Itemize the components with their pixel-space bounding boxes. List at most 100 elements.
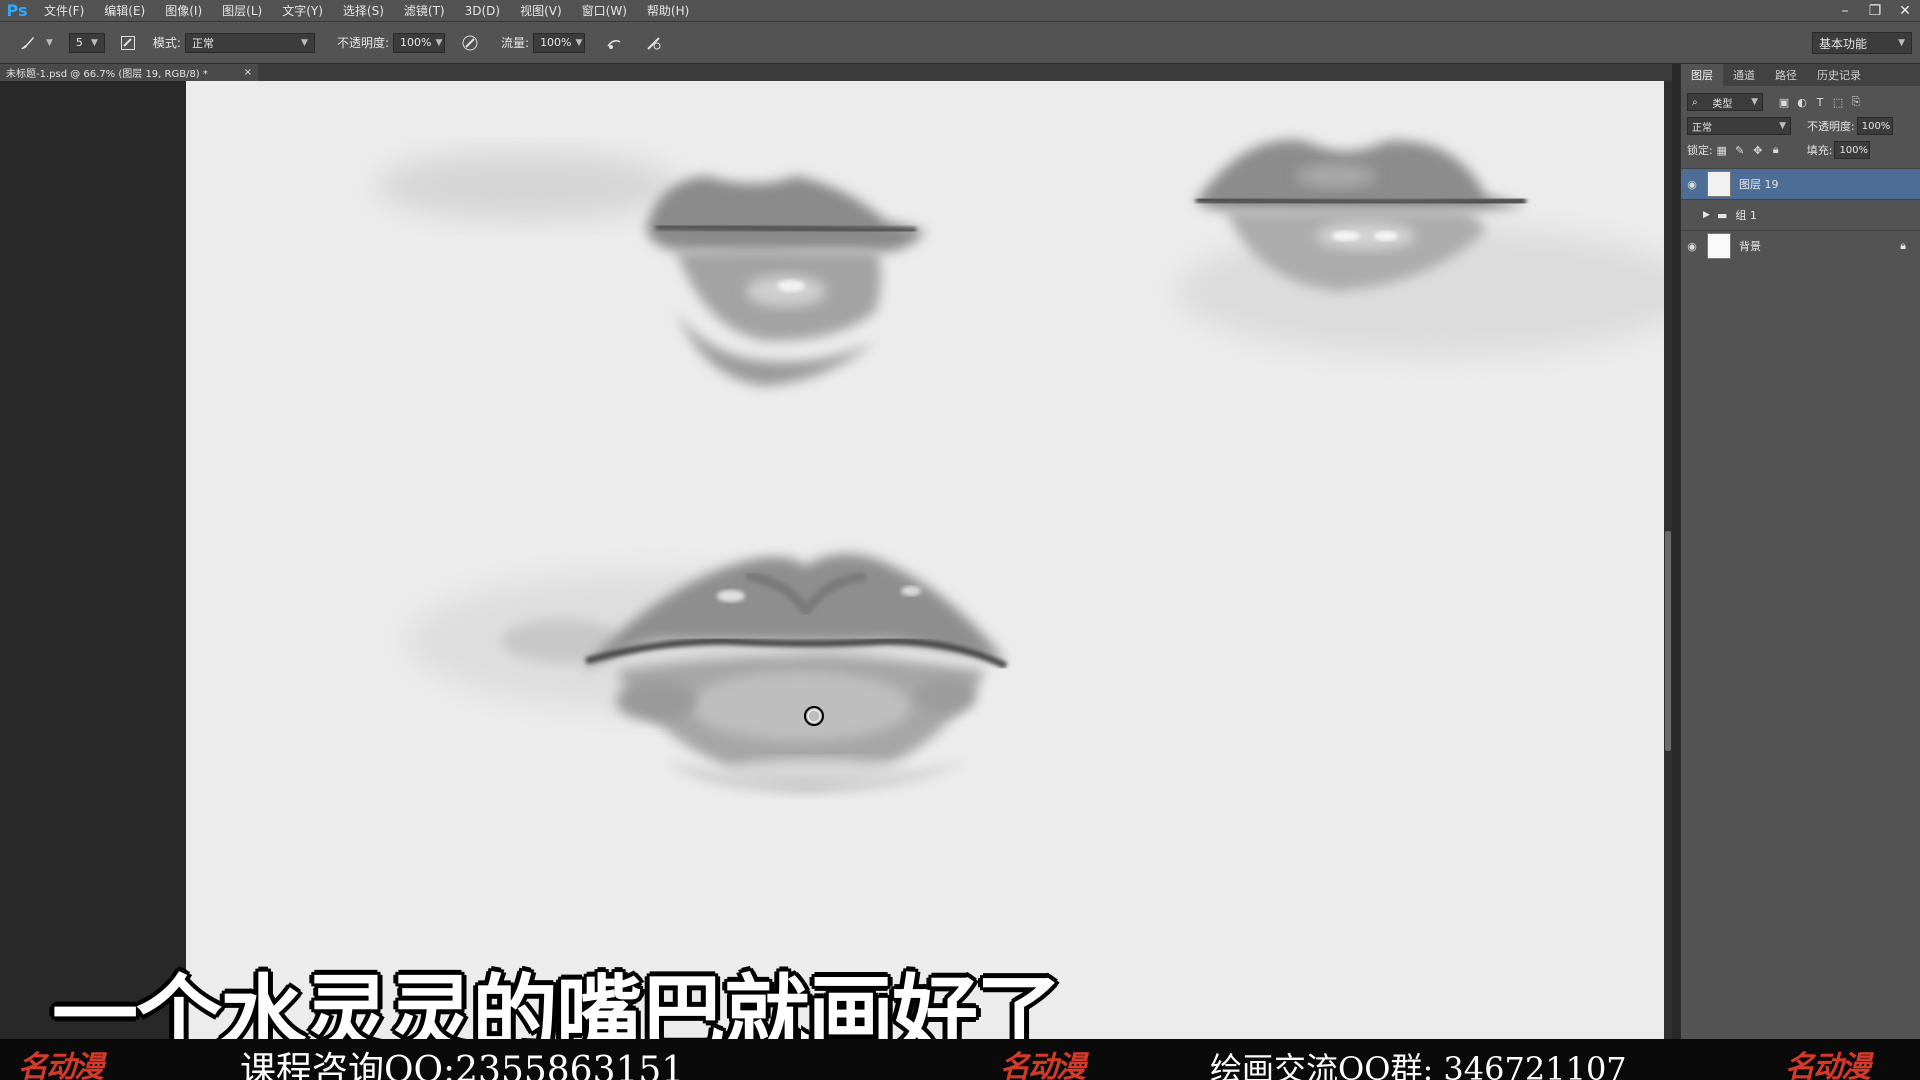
lip-painting — [376, 139, 1664, 793]
opacity-label: 不透明度: — [336, 36, 390, 50]
layer-row[interactable]: ◉ 图层 19 — [1681, 168, 1920, 199]
fill-value: 100% — [1839, 144, 1869, 156]
photoshop-window: Ps 文件(F) 编辑(E) 图像(I) 图层(L) 文字(Y) 选择(S) 滤… — [0, 0, 1920, 1080]
menu-bar: Ps 文件(F) 编辑(E) 图像(I) 图层(L) 文字(Y) 选择(S) 滤… — [0, 0, 1920, 22]
mode-select[interactable]: 正常 ▼ — [184, 32, 315, 53]
chevron-down-icon: ▼ — [575, 37, 583, 48]
lips-sketch-1 — [376, 151, 926, 386]
layer-thumbnail — [1707, 233, 1731, 259]
eye-icon[interactable]: ◉ — [1681, 240, 1703, 253]
layer-filter-row: ⌕ 类型 ▼ ▣ ◐ T ⬚ ⎘ — [1681, 90, 1920, 114]
flow-field[interactable]: 100% ▼ — [533, 32, 586, 53]
filter-pixel-icon[interactable]: ▣ — [1775, 93, 1793, 111]
search-icon: ⌕ — [1692, 96, 1698, 108]
eye-icon[interactable]: ◉ — [1681, 178, 1703, 191]
lock-fill-row: 锁定: ▦ ✎ ✥ 🔒︎ 填充: 100% — [1681, 138, 1920, 162]
fill-field[interactable]: 100% — [1834, 141, 1871, 159]
menu-3d[interactable]: 3D(D) — [455, 0, 510, 22]
filter-adjustment-icon[interactable]: ◐ — [1793, 93, 1811, 111]
lock-transparency-icon[interactable]: ▦ — [1713, 141, 1731, 159]
opacity-field[interactable]: 100% ▼ — [393, 32, 446, 53]
airbrush-icon[interactable] — [601, 30, 627, 56]
document-tab-bar: 未标题-1.psd @ 66.7% (图层 19, RGB/8) * × — [0, 64, 1672, 81]
workspace-value: 基本功能 — [1819, 36, 1868, 51]
restore-button[interactable]: ❐ — [1860, 0, 1890, 22]
filter-smart-object-icon[interactable]: ⎘ — [1847, 93, 1865, 111]
document-tab[interactable]: 未标题-1.psd @ 66.7% (图层 19, RGB/8) * × — [0, 64, 258, 81]
lips-sketch-2 — [1176, 139, 1664, 356]
blend-mode-select[interactable]: 正常 ▼ — [1687, 117, 1791, 135]
chevron-down-icon: ▼ — [91, 37, 98, 48]
branding-strip: 名动漫 课程咨询QQ:2355863151 名动漫 绘画交流QQ群: 34672… — [0, 1039, 1920, 1080]
menu-help[interactable]: 帮助(H) — [637, 0, 699, 22]
scrollbar-thumb[interactable] — [1665, 531, 1671, 751]
layer-name: 图层 19 — [1739, 178, 1779, 191]
lock-pixels-icon[interactable]: ✎ — [1731, 141, 1749, 159]
document-tab-title: 未标题-1.psd @ 66.7% (图层 19, RGB/8) * — [6, 69, 208, 80]
brand-logo: 名动漫 — [1785, 1050, 1871, 1080]
fill-label: 填充: — [1806, 144, 1833, 157]
brush-size-picker[interactable]: 5 ▼ — [68, 32, 105, 53]
layer-name: 背景 — [1739, 240, 1761, 253]
layers-panel: 图层 通道 路径 历史记录 ⌕ 类型 ▼ ▣ ◐ T ⬚ ⎘ 正常 ▼ 不透明度… — [1680, 64, 1920, 1039]
lock-label: 锁定: — [1687, 144, 1713, 157]
panel-opacity-field[interactable]: 100% — [1856, 117, 1893, 135]
photoshop-logo: Ps — [6, 1, 28, 20]
community-group: 绘画交流QQ群: 346721107 — [1210, 1050, 1627, 1080]
brush-tool-icon[interactable] — [14, 30, 40, 56]
close-button[interactable]: ✕ — [1890, 0, 1920, 22]
tool-preset-caret-icon[interactable]: ▼ — [46, 38, 53, 48]
menu-select[interactable]: 选择(S) — [333, 0, 394, 22]
chevron-down-icon: ▼ — [1779, 121, 1786, 131]
tab-layers[interactable]: 图层 — [1681, 64, 1723, 86]
menu-layer[interactable]: 图层(L) — [212, 0, 272, 22]
flow-label: 流量: — [501, 36, 530, 50]
minimize-button[interactable]: – — [1830, 0, 1860, 22]
brush-panel-toggle-icon[interactable] — [115, 30, 141, 56]
menu-file[interactable]: 文件(F) — [34, 0, 94, 22]
chevron-down-icon: ▼ — [1751, 97, 1758, 107]
layer-row[interactable]: ◉ 背景 🔒︎ — [1681, 230, 1920, 261]
menu-view[interactable]: 视图(V) — [510, 0, 572, 22]
workspace-select[interactable]: 基本功能 ▼ — [1812, 32, 1912, 54]
filter-shape-icon[interactable]: ⬚ — [1829, 93, 1847, 111]
options-bar: ▼ 5 ▼ 模式: 正常 ▼ 不透明度: 100% ▼ 流量: 100% ▼ 基… — [0, 22, 1920, 64]
menu-type[interactable]: 文字(Y) — [272, 0, 333, 22]
expand-arrow-icon[interactable]: ▶ — [1703, 210, 1715, 220]
tab-channels[interactable]: 通道 — [1723, 64, 1765, 86]
pressure-size-icon[interactable] — [641, 30, 667, 56]
mode-value: 正常 — [191, 36, 214, 50]
tab-history[interactable]: 历史记录 — [1807, 64, 1871, 86]
brand-logo: 名动漫 — [1000, 1050, 1086, 1080]
menu-window[interactable]: 窗口(W) — [572, 0, 637, 22]
panel-opacity-label: 不透明度: — [1807, 120, 1855, 133]
lock-all-icon[interactable]: 🔒︎ — [1767, 141, 1785, 159]
brush-size-value: 5 — [75, 36, 83, 49]
document-canvas[interactable] — [186, 81, 1664, 1039]
layer-thumbnail — [1707, 171, 1731, 197]
tab-paths[interactable]: 路径 — [1765, 64, 1807, 86]
lock-position-icon[interactable]: ✥ — [1749, 141, 1767, 159]
blend-mode-value: 正常 — [1692, 122, 1712, 134]
brand-logo: 名动漫 — [18, 1050, 104, 1080]
menu-filter[interactable]: 滤镜(T) — [394, 0, 455, 22]
panel-opacity-value: 100% — [1861, 120, 1891, 132]
course-contact: 课程咨询QQ:2355863151 — [240, 1050, 685, 1080]
layer-group-row[interactable]: ▶ ▬ 组 1 — [1681, 199, 1920, 230]
window-controls: – ❐ ✕ — [1830, 0, 1920, 22]
canvas-area — [0, 81, 1672, 1039]
lips-sketch-3 — [406, 553, 1008, 793]
vertical-scrollbar[interactable] — [1664, 81, 1672, 1039]
filter-type-icon[interactable]: T — [1811, 93, 1829, 111]
opacity-value: 100% — [400, 36, 432, 49]
flow-value: 100% — [540, 36, 572, 49]
close-icon[interactable]: × — [244, 67, 252, 78]
pressure-opacity-icon[interactable] — [457, 30, 483, 56]
menu-edit[interactable]: 编辑(E) — [94, 0, 155, 22]
blend-opacity-row: 正常 ▼ 不透明度: 100% — [1681, 114, 1920, 138]
folder-icon: ▬ — [1717, 208, 1728, 222]
chevron-down-icon: ▼ — [435, 37, 443, 48]
menu-image[interactable]: 图像(I) — [155, 0, 212, 22]
layer-filter-select[interactable]: ⌕ 类型 ▼ — [1687, 93, 1763, 111]
mode-label: 模式: — [152, 36, 181, 50]
